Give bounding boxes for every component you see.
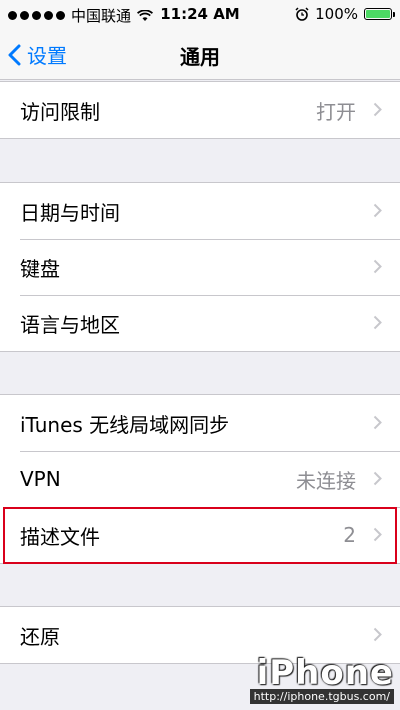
- row-label: 语言与地区: [20, 312, 120, 337]
- row-label: 访问限制: [20, 99, 100, 124]
- chevron-right-icon: [373, 315, 382, 330]
- page-title: 通用: [180, 45, 220, 69]
- row-itunes-wifi-sync[interactable]: iTunes 无线局域网同步: [0, 395, 400, 451]
- battery-fill: [366, 10, 390, 18]
- status-bar: 中国联通 11:24 AM 100%: [0, 0, 400, 28]
- row-restrictions[interactable]: 访问限制 打开: [0, 82, 400, 138]
- battery-icon: [364, 8, 395, 20]
- profiles-highlight-box: [3, 507, 397, 564]
- chevron-right-icon: [373, 102, 382, 117]
- row-vpn[interactable]: VPN 未连接: [0, 451, 400, 507]
- row-value: 打开: [316, 99, 356, 124]
- row-language-region[interactable]: 语言与地区: [0, 295, 400, 351]
- row-label: 日期与时间: [20, 200, 120, 225]
- alarm-icon: [295, 7, 309, 21]
- status-right: 100%: [295, 5, 395, 23]
- row-label: iTunes 无线局域网同步: [20, 412, 230, 437]
- chevron-right-icon: [373, 415, 382, 430]
- row-label: 键盘: [20, 256, 60, 281]
- watermark: iPhone http://iphone.tgbus.com/: [249, 653, 394, 704]
- watermark-url: http://iphone.tgbus.com/: [249, 689, 394, 704]
- battery-percent: 100%: [315, 5, 358, 23]
- group-date-keyboard-language: 日期与时间 键盘 语言与地区: [0, 182, 400, 352]
- chevron-right-icon: [373, 471, 382, 486]
- watermark-logo: iPhone: [256, 653, 394, 693]
- chevron-right-icon: [373, 203, 382, 218]
- row-label: VPN: [20, 467, 61, 491]
- chevron-right-icon: [373, 627, 382, 642]
- chevron-right-icon: [373, 259, 382, 274]
- group-restrictions: 访问限制 打开: [0, 81, 400, 139]
- row-date-time[interactable]: 日期与时间: [0, 183, 400, 239]
- row-label: 还原: [20, 624, 60, 649]
- nav-bar: 设置 通用: [0, 28, 400, 80]
- row-keyboard[interactable]: 键盘: [0, 239, 400, 295]
- row-value: 未连接: [296, 468, 356, 493]
